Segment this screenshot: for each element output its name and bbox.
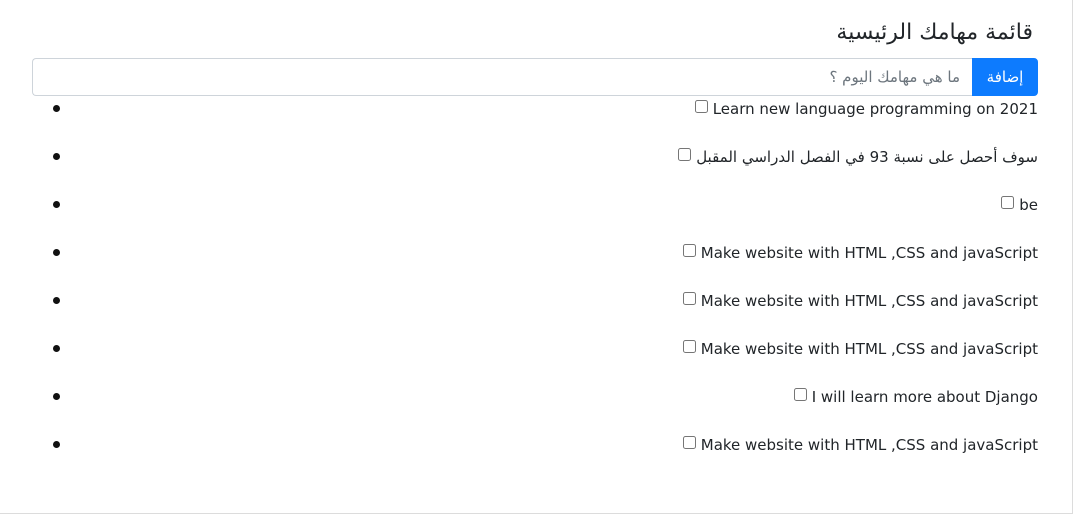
task-text: Make website with HTML ,CSS and javaScri… bbox=[700, 292, 1038, 310]
list-bullet bbox=[53, 345, 60, 352]
task-checkbox[interactable] bbox=[793, 387, 807, 401]
list-bullet bbox=[53, 201, 60, 208]
task-label[interactable]: Make website with HTML ,CSS and javaScri… bbox=[682, 290, 1038, 312]
task-text: Make website with HTML ,CSS and javaScri… bbox=[700, 244, 1038, 262]
task-text: be bbox=[1019, 196, 1038, 214]
task-label[interactable]: be bbox=[1001, 194, 1038, 216]
task-label[interactable]: I will learn more about Django bbox=[793, 386, 1038, 408]
task-item: Make website with HTML ,CSS and javaScri… bbox=[0, 288, 1077, 336]
task-list: Learn new language programming on 2021 س… bbox=[0, 96, 1077, 480]
list-bullet bbox=[53, 249, 60, 256]
task-item: Make website with HTML ,CSS and javaScri… bbox=[0, 432, 1077, 480]
task-checkbox[interactable] bbox=[682, 339, 696, 353]
task-item: Learn new language programming on 2021 bbox=[0, 96, 1077, 144]
list-bullet bbox=[53, 441, 60, 448]
page-title: قائمة مهامك الرئيسية bbox=[836, 20, 1033, 45]
task-input[interactable] bbox=[32, 58, 972, 96]
task-label[interactable]: Learn new language programming on 2021 bbox=[694, 98, 1038, 120]
task-checkbox[interactable] bbox=[682, 435, 696, 449]
task-item: Make website with HTML ,CSS and javaScri… bbox=[0, 336, 1077, 384]
task-item: be bbox=[0, 192, 1077, 240]
list-bullet bbox=[53, 297, 60, 304]
add-task-form: إضافة bbox=[32, 58, 1038, 96]
task-text: Make website with HTML ,CSS and javaScri… bbox=[700, 436, 1038, 454]
task-label[interactable]: Make website with HTML ,CSS and javaScri… bbox=[682, 338, 1038, 360]
add-task-button[interactable]: إضافة bbox=[972, 58, 1038, 96]
list-bullet bbox=[53, 153, 60, 160]
list-bullet bbox=[53, 105, 60, 112]
task-label[interactable]: Make website with HTML ,CSS and javaScri… bbox=[682, 242, 1038, 264]
task-checkbox[interactable] bbox=[682, 243, 696, 257]
task-text: Make website with HTML ,CSS and javaScri… bbox=[700, 340, 1038, 358]
list-bullet bbox=[53, 393, 60, 400]
todo-card: قائمة مهامك الرئيسية إضافة Learn new lan… bbox=[0, 0, 1073, 514]
task-checkbox[interactable] bbox=[678, 147, 692, 161]
task-item: Make website with HTML ,CSS and javaScri… bbox=[0, 240, 1077, 288]
task-text: Learn new language programming on 2021 bbox=[712, 100, 1038, 118]
task-label[interactable]: Make website with HTML ,CSS and javaScri… bbox=[682, 434, 1038, 456]
task-item: سوف أحصل على نسبة 93 في الفصل الدراسي ال… bbox=[0, 144, 1077, 192]
task-checkbox[interactable] bbox=[694, 99, 708, 113]
task-label[interactable]: سوف أحصل على نسبة 93 في الفصل الدراسي ال… bbox=[678, 146, 1038, 168]
task-item: I will learn more about Django bbox=[0, 384, 1077, 432]
task-text: سوف أحصل على نسبة 93 في الفصل الدراسي ال… bbox=[696, 148, 1038, 166]
task-text: I will learn more about Django bbox=[811, 388, 1038, 406]
task-checkbox[interactable] bbox=[682, 291, 696, 305]
task-checkbox[interactable] bbox=[1001, 195, 1015, 209]
